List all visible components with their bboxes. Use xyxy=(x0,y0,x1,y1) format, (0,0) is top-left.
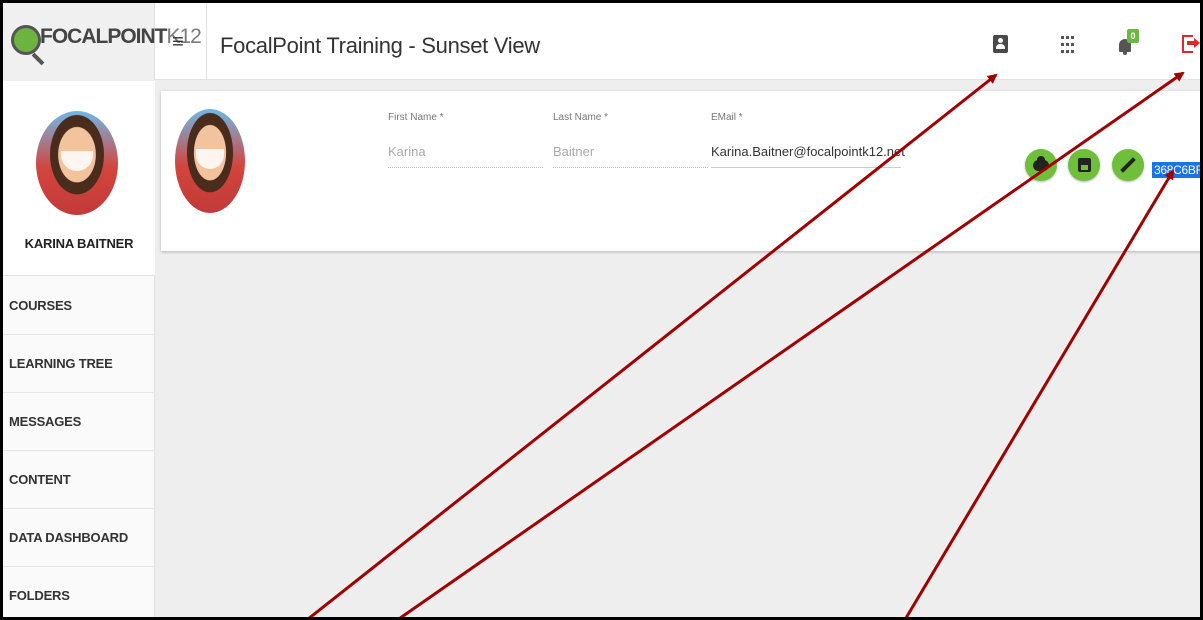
page-title: FocalPoint Training - Sunset View xyxy=(220,33,540,58)
sidebar-nav: COURSES LEARNING TREE MESSAGES CONTENT D… xyxy=(3,277,155,617)
notification-badge: 0 xyxy=(1127,29,1139,43)
sidebar-item-courses[interactable]: COURSES xyxy=(3,277,155,335)
profile-card: First Name * Karina Last Name * Baitner … xyxy=(161,91,1200,251)
apps-grid-icon[interactable] xyxy=(1061,33,1081,55)
sidebar: KARINA BAITNER COURSES LEARNING TREE MES… xyxy=(3,81,155,617)
email-label: EMail * xyxy=(711,112,743,123)
email-input[interactable]: Karina.Baitner@focalpointk12.net xyxy=(711,144,905,168)
user-id-code[interactable]: 368C6BF3 xyxy=(1152,162,1200,178)
email-field: EMail * Karina.Baitner@focalpointk12.net xyxy=(711,112,905,168)
edit-icon xyxy=(1120,157,1136,173)
first-name-field: First Name * Karina xyxy=(388,112,543,168)
contact-card-icon[interactable] xyxy=(991,33,1011,55)
logout-icon[interactable] xyxy=(1180,33,1200,55)
sidebar-item-data-dashboard[interactable]: DATA DASHBOARD xyxy=(3,509,155,567)
logo[interactable]: FOCALPOINTK12 xyxy=(3,3,202,80)
upload-button[interactable] xyxy=(1025,149,1057,181)
sidebar-user-name: KARINA BAITNER xyxy=(24,236,134,251)
sidebar-item-content[interactable]: CONTENT xyxy=(3,451,155,509)
first-name-input[interactable]: Karina xyxy=(388,144,543,168)
edit-button[interactable] xyxy=(1112,149,1144,181)
save-button[interactable] xyxy=(1068,149,1100,181)
header-divider xyxy=(206,3,207,80)
first-name-label: First Name * xyxy=(388,112,444,123)
sidebar-profile: KARINA BAITNER xyxy=(3,81,155,276)
sidebar-item-messages[interactable]: MESSAGES xyxy=(3,393,155,451)
app-window: FOCALPOINTK12 ≡ FocalPoint Training - Su… xyxy=(0,0,1203,620)
save-icon xyxy=(1078,158,1091,172)
sidebar-item-learning-tree[interactable]: LEARNING TREE xyxy=(3,335,155,393)
upload-icon xyxy=(1033,156,1049,171)
sidebar-item-folders[interactable]: FOLDERS xyxy=(3,567,155,617)
avatar[interactable] xyxy=(36,111,118,215)
hamburger-menu-icon[interactable]: ≡ xyxy=(163,31,193,55)
last-name-field: Last Name * Baitner xyxy=(553,112,708,168)
profile-avatar[interactable] xyxy=(175,109,245,213)
top-header: FOCALPOINTK12 ≡ FocalPoint Training - Su… xyxy=(3,3,1200,80)
notifications-bell-icon[interactable]: 0 xyxy=(1119,29,1139,55)
logo-magnifier-icon xyxy=(11,25,41,55)
last-name-input[interactable]: Baitner xyxy=(553,144,708,168)
last-name-label: Last Name * xyxy=(553,112,609,123)
